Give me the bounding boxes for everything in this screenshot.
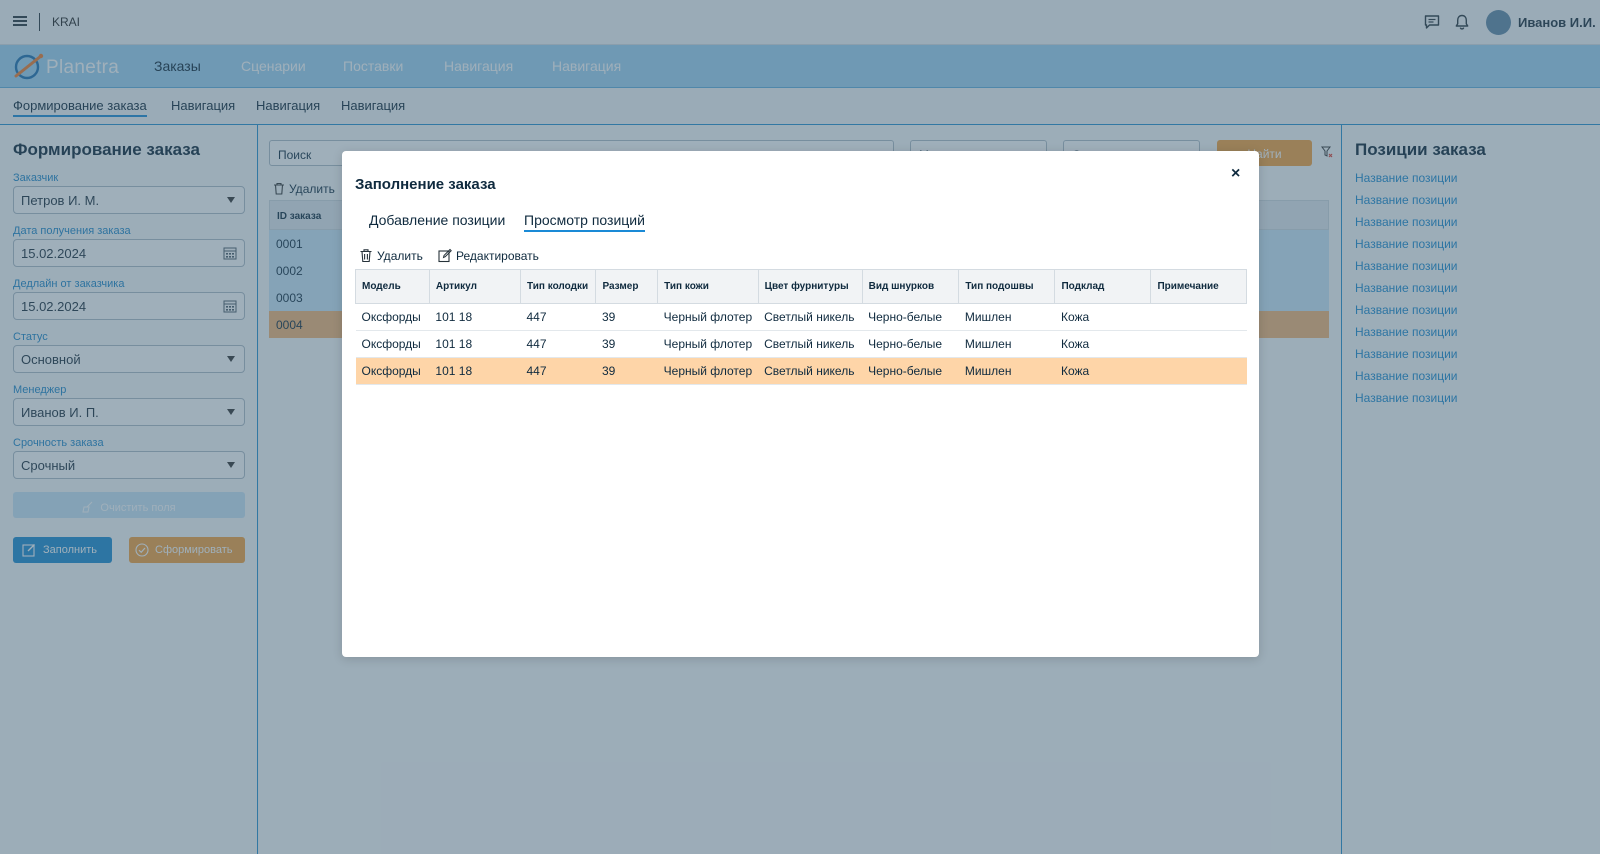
- cell-hardware-color: Светлый никель: [758, 303, 863, 331]
- cell-leather-type: Черный флотер: [657, 303, 759, 331]
- column-header-last-type[interactable]: Тип колодки: [519, 269, 597, 304]
- cell-sole-type: Мишлен: [958, 303, 1055, 331]
- cell-article: 101 18: [429, 357, 521, 385]
- cell-sole-type: Мишлен: [958, 330, 1055, 358]
- cell-note: [1150, 330, 1247, 358]
- column-header-laces[interactable]: Вид шнурков: [861, 269, 960, 304]
- column-header-hardware-color[interactable]: Цвет фурнитуры: [757, 269, 863, 304]
- cell-leather-type: Черный флотер: [657, 357, 759, 385]
- cell-last-type: 447: [520, 357, 596, 385]
- cell-note: [1150, 303, 1247, 331]
- cell-lining: Кожа: [1054, 357, 1151, 385]
- column-header-note[interactable]: Примечание: [1150, 269, 1247, 304]
- cell-leather-type: Черный флотер: [657, 330, 759, 358]
- table-header-row: Модель Артикул Тип колодки Размер Тип ко…: [355, 269, 1247, 304]
- cell-note: [1150, 357, 1247, 385]
- cell-lining: Кожа: [1054, 330, 1151, 358]
- tab-view-positions[interactable]: Просмотр позиций: [524, 212, 645, 232]
- column-header-model[interactable]: Модель: [355, 269, 430, 304]
- cell-laces: Черно-белые: [862, 303, 959, 331]
- fill-order-modal: Заполнение заказа × Добавление позиции П…: [342, 151, 1259, 657]
- column-header-leather-type[interactable]: Тип кожи: [657, 269, 759, 304]
- cell-last-type: 447: [520, 303, 596, 331]
- close-icon[interactable]: ×: [1231, 165, 1240, 183]
- delete-position-button[interactable]: Удалить: [359, 249, 423, 263]
- cell-model: Оксфорды: [355, 303, 430, 331]
- cell-laces: Черно-белые: [862, 330, 959, 358]
- cell-laces: Черно-белые: [862, 357, 959, 385]
- modal-title: Заполнение заказа: [355, 176, 496, 193]
- cell-article: 101 18: [429, 330, 521, 358]
- cell-hardware-color: Светлый никель: [758, 330, 863, 358]
- column-header-article[interactable]: Артикул: [428, 269, 522, 304]
- edit-label: Редактировать: [456, 249, 539, 263]
- column-header-size[interactable]: Размер: [595, 269, 659, 304]
- table-row-selected[interactable]: Оксфорды 101 18 447 39 Черный флотер Све…: [355, 357, 1247, 385]
- table-row[interactable]: Оксфорды 101 18 447 39 Черный флотер Све…: [355, 303, 1247, 331]
- cell-model: Оксфорды: [355, 357, 430, 385]
- cell-last-type: 447: [520, 330, 596, 358]
- cell-hardware-color: Светлый никель: [758, 357, 863, 385]
- delete-label: Удалить: [377, 249, 423, 263]
- column-header-sole-type[interactable]: Тип подошвы: [958, 269, 1056, 304]
- tab-add-position[interactable]: Добавление позиции: [369, 212, 505, 228]
- positions-table: Модель Артикул Тип колодки Размер Тип ко…: [355, 269, 1247, 385]
- trash-icon: [360, 249, 372, 263]
- cell-model: Оксфорды: [355, 330, 430, 358]
- cell-size: 39: [595, 330, 658, 358]
- cell-size: 39: [595, 357, 658, 385]
- cell-size: 39: [595, 303, 658, 331]
- table-row[interactable]: Оксфорды 101 18 447 39 Черный флотер Све…: [355, 330, 1247, 358]
- column-header-lining[interactable]: Подклад: [1054, 269, 1152, 304]
- edit-position-button[interactable]: Редактировать: [438, 248, 539, 263]
- cell-sole-type: Мишлен: [958, 357, 1055, 385]
- cell-lining: Кожа: [1054, 303, 1151, 331]
- cell-article: 101 18: [429, 303, 521, 331]
- edit-icon: [438, 248, 452, 263]
